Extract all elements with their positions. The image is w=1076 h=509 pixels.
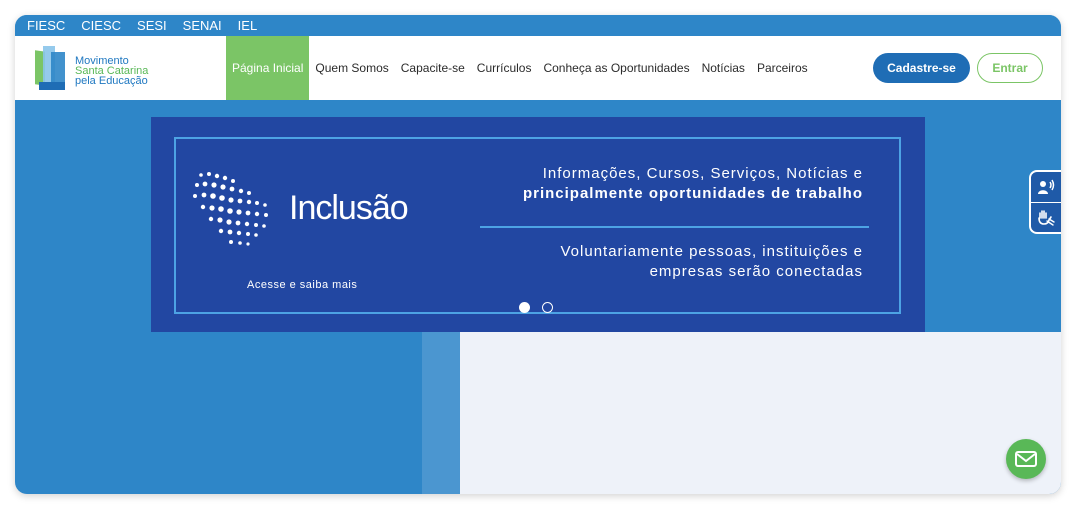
nav-parceiros[interactable]: Parceiros: [751, 36, 814, 100]
banner-brand-title: Inclusão: [289, 189, 409, 227]
link-ciesc[interactable]: CIESC: [81, 18, 121, 33]
link-iel[interactable]: IEL: [238, 18, 258, 33]
audio-reader-button[interactable]: [1031, 172, 1061, 202]
nav-pagina-inicial[interactable]: Página Inicial: [226, 36, 310, 100]
nav-capacite-se[interactable]: Capacite-se: [395, 36, 471, 100]
main-nav: Página Inicial Quem Somos Capacite-se Cu…: [226, 36, 814, 100]
browser-frame: FIESC CIESC SESI SENAI IEL Movimento San…: [15, 15, 1061, 494]
mail-icon: [1015, 451, 1037, 467]
sign-language-icon: [1038, 210, 1055, 226]
sign-language-button[interactable]: [1031, 202, 1061, 233]
logo-mark-icon: [35, 46, 65, 90]
signup-button[interactable]: Cadastre-se: [873, 53, 970, 83]
carousel-dot-1[interactable]: [519, 302, 530, 313]
banner-text-line-3: Voluntariamente pessoas, instituições e: [560, 243, 863, 260]
contact-chat-button[interactable]: [1006, 439, 1046, 479]
banner-divider: [480, 226, 869, 228]
link-fiesc[interactable]: FIESC: [27, 18, 65, 33]
content-side-strip: [422, 332, 460, 494]
nav-noticias[interactable]: Notícias: [696, 36, 751, 100]
carousel-dots: [519, 302, 553, 313]
nav-quem-somos[interactable]: Quem Somos: [309, 36, 394, 100]
login-button[interactable]: Entrar: [977, 53, 1043, 83]
logo-text: Movimento Santa Catarina pela Educação: [75, 56, 148, 87]
hero-banner[interactable]: Inclusão Acesse e saiba mais Informações…: [151, 117, 925, 332]
banner-text-line-4: empresas serão conectadas: [649, 263, 863, 280]
banner-text-line-1: Informações, Cursos, Serviços, Notícias …: [542, 165, 863, 182]
content-panel: [460, 332, 1061, 494]
logo-line-3: pela Educação: [75, 75, 148, 87]
accessibility-toolbar: [1029, 170, 1061, 234]
link-sesi[interactable]: SESI: [137, 18, 167, 33]
inclusao-dots-icon: [193, 172, 268, 246]
top-links-bar: FIESC CIESC SESI SENAI IEL: [15, 15, 1061, 36]
link-senai[interactable]: SENAI: [183, 18, 222, 33]
nav-curriculos[interactable]: Currículos: [471, 36, 538, 100]
site-header: Movimento Santa Catarina pela Educação P…: [15, 36, 1061, 100]
banner-text-line-2: principalmente oportunidades de trabalho: [522, 185, 863, 202]
carousel-dot-2[interactable]: [542, 302, 553, 313]
audio-reader-icon: [1038, 179, 1055, 194]
banner-cta[interactable]: Acesse e saiba mais: [247, 279, 357, 291]
nav-oportunidades[interactable]: Conheça as Oportunidades: [537, 36, 695, 100]
site-logo[interactable]: Movimento Santa Catarina pela Educação: [33, 42, 153, 96]
